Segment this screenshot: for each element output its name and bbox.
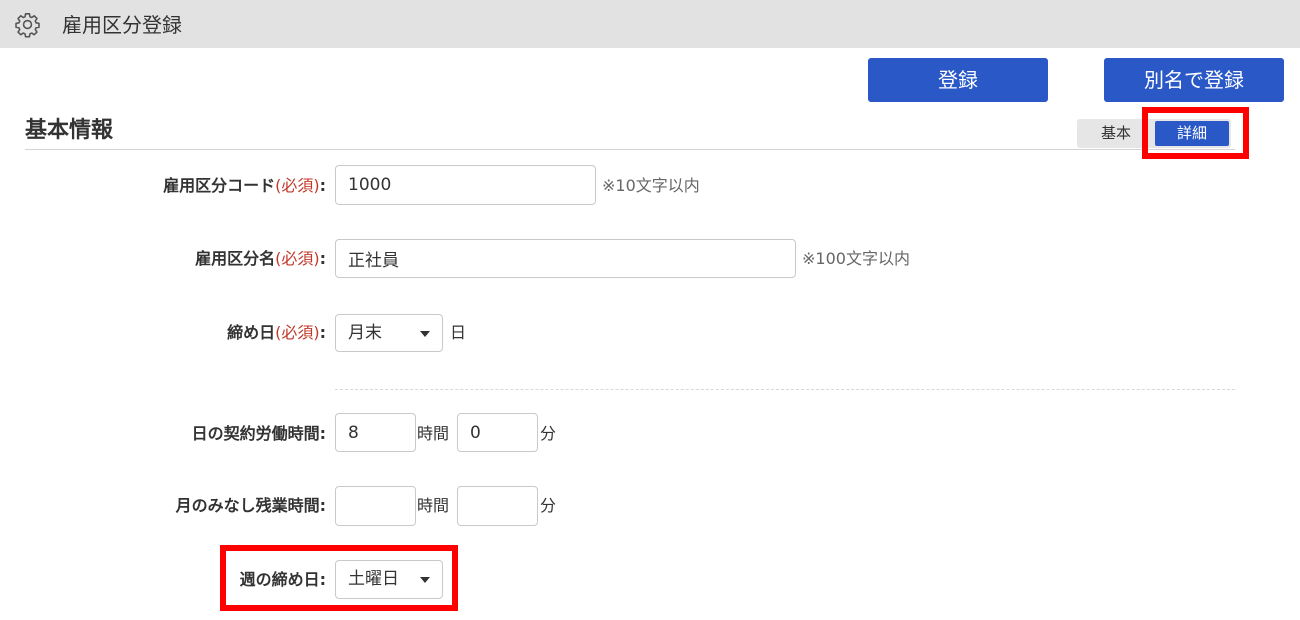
closing-day-value: 月末 <box>348 323 382 343</box>
name-label: 雇用区分名(必須): <box>195 249 326 268</box>
view-toggle: 基本 詳細 <box>1077 119 1231 148</box>
overtime-minutes-input[interactable] <box>457 486 538 526</box>
required-mark: (必須) <box>275 323 320 342</box>
daily-hours-label: 日の契約労働時間: <box>191 424 326 443</box>
code-label: 雇用区分コード(必須): <box>163 176 326 195</box>
closing-day-select[interactable]: 月末 <box>335 314 443 352</box>
daily-hours-unit: 時間 <box>417 424 450 443</box>
code-note: ※10文字以内 <box>602 176 700 195</box>
gear-icon[interactable] <box>14 11 41 38</box>
daily-minutes-input[interactable] <box>457 413 538 452</box>
register-button[interactable]: 登録 <box>868 58 1048 102</box>
toggle-basic[interactable]: 基本 <box>1077 119 1155 148</box>
caret-down-icon <box>420 331 430 337</box>
form-divider <box>335 389 1235 390</box>
daily-hours-input[interactable] <box>335 413 416 452</box>
toggle-detail[interactable]: 詳細 <box>1155 121 1229 146</box>
page-title: 雇用区分登録 <box>62 13 182 37</box>
overtime-hours-input[interactable] <box>335 486 416 526</box>
caret-down-icon <box>420 577 430 583</box>
overtime-label: 月のみなし残業時間: <box>175 496 326 515</box>
required-mark: (必須) <box>275 176 320 195</box>
page-header: 雇用区分登録 <box>0 0 1300 48</box>
week-closing-label: 週の締め日: <box>239 570 326 589</box>
overtime-minutes-unit: 分 <box>540 496 557 515</box>
name-input[interactable] <box>335 239 796 278</box>
closing-day-unit: 日 <box>450 323 467 342</box>
daily-minutes-unit: 分 <box>540 424 557 443</box>
name-note: ※100文字以内 <box>802 249 910 268</box>
section-title: 基本情報 <box>25 118 114 143</box>
code-input[interactable] <box>335 165 596 205</box>
week-closing-select[interactable]: 土曜日 <box>335 560 443 599</box>
closing-day-label: 締め日(必須): <box>227 323 326 342</box>
overtime-hours-unit: 時間 <box>417 496 450 515</box>
section-divider <box>25 149 1235 150</box>
week-closing-value: 土曜日 <box>348 569 399 589</box>
register-alias-button[interactable]: 別名で登録 <box>1104 58 1284 102</box>
required-mark: (必須) <box>275 249 320 268</box>
